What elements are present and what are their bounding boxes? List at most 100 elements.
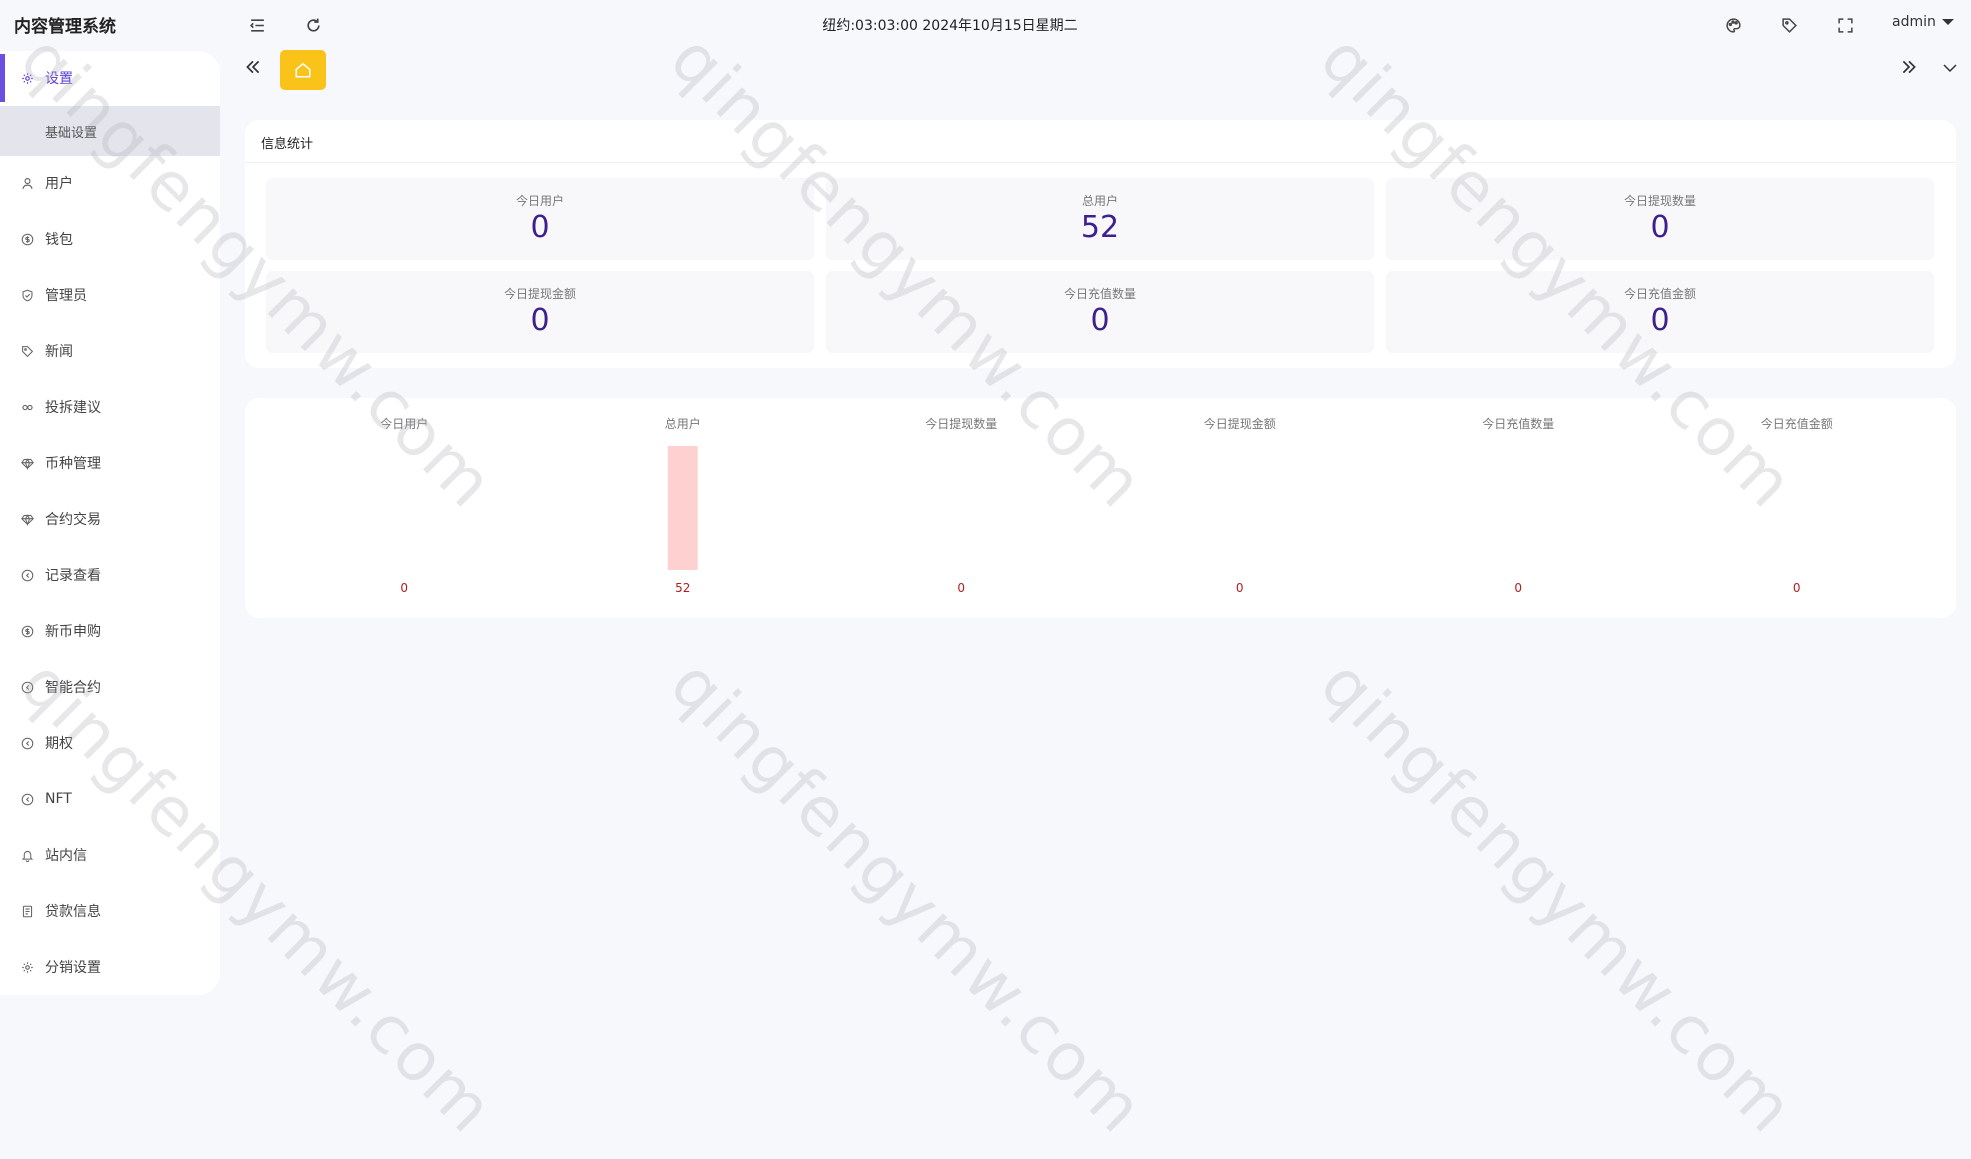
sidebar-item-label: 智能合约	[45, 680, 101, 696]
diamond-icon	[20, 456, 34, 470]
stat-label: 今日充值金额	[1623, 287, 1696, 301]
stats-panel-title: 信息统计	[261, 137, 314, 152]
user-menu[interactable]: admin	[1892, 14, 1954, 30]
sidebar-item-label: 币种管理	[45, 456, 101, 472]
sidebar-item-label: 记录查看	[45, 568, 101, 584]
sidebar-item-suggestions[interactable]: 投拆建议	[0, 393, 220, 421]
gear-icon	[20, 960, 34, 974]
sidebar-item-label: NFT	[45, 791, 72, 807]
chart-value-label: 0	[957, 581, 965, 595]
gear-icon	[20, 71, 34, 85]
stat-label: 今日提现金额	[503, 287, 576, 301]
stat-value: 0	[1090, 303, 1110, 338]
circle-arrow-icon	[20, 680, 34, 694]
chart-value-label: 0	[1514, 581, 1522, 595]
sidebar-item-nft[interactable]: NFT	[0, 785, 220, 813]
sidebar-item-wallet[interactable]: 钱包	[0, 225, 220, 253]
bell-icon	[20, 848, 34, 862]
chart-bar	[667, 446, 698, 570]
dollar-icon	[20, 232, 34, 246]
sidebar-item-messages[interactable]: 站内信	[0, 841, 220, 869]
home-tab[interactable]	[280, 50, 326, 90]
stat-card-today-withdraw-amount: 今日提现金额 0	[266, 271, 814, 353]
stat-value: 0	[530, 303, 550, 338]
sidebar-item-label: 设置	[45, 71, 73, 87]
sidebar-item-label: 用户	[45, 176, 73, 192]
sidebar: 设置 基础设置 用户 钱包 管理员 新闻 投拆建议 币种管理 合约交易 记录查看…	[0, 51, 220, 995]
sidebar-item-smart-contract[interactable]: 智能合约	[0, 673, 220, 701]
chart-category-label: 总用户	[665, 416, 701, 431]
tag-icon[interactable]	[1778, 14, 1800, 36]
stat-value: 52	[1080, 210, 1120, 245]
tabs-scroll-left-icon[interactable]	[244, 58, 262, 80]
diamond-icon	[20, 512, 34, 526]
sidebar-item-label: 新币申购	[45, 624, 101, 640]
sidebar-item-loans[interactable]: 贷款信息	[0, 897, 220, 925]
sidebar-item-admins[interactable]: 管理员	[0, 281, 220, 309]
circle-arrow-icon	[20, 568, 34, 582]
chart-category-label: 今日提现金额	[1204, 416, 1276, 431]
stat-value: 0	[530, 210, 550, 245]
sidebar-item-label: 管理员	[45, 288, 87, 304]
chart-category-label: 今日充值数量	[1482, 416, 1554, 431]
user-icon	[20, 176, 34, 190]
caret-down-icon	[1941, 19, 1954, 25]
stat-card-today-recharge-amount: 今日充值金额 0	[1386, 271, 1934, 353]
stat-label: 今日提现数量	[1623, 194, 1696, 208]
stat-card-today-users: 今日用户 0	[266, 178, 814, 260]
chart-category-label: 今日充值金额	[1761, 416, 1833, 431]
sidebar-item-settings[interactable]: 设置	[0, 64, 220, 92]
sidebar-item-label: 站内信	[45, 848, 87, 864]
stat-card-today-recharge-count: 今日充值数量 0	[826, 271, 1374, 353]
chart-value-label: 0	[1793, 581, 1801, 595]
tabs-menu-chevron-down-icon[interactable]	[1942, 60, 1958, 80]
sidebar-subitem-label: 基础设置	[45, 125, 98, 141]
divider	[245, 162, 1956, 163]
tag-icon	[20, 344, 34, 358]
datetime-display: 纽约:03:03:00 2024年10月15日星期二	[822, 18, 1078, 34]
stat-card-total-users: 总用户 52	[826, 178, 1374, 260]
sidebar-item-label: 分销设置	[45, 960, 101, 976]
sidebar-item-distribution[interactable]: 分销设置	[0, 953, 220, 981]
watermark: qingfengymw.com	[655, 645, 1159, 1149]
stat-label: 今日充值数量	[1063, 287, 1136, 301]
bar-chart: 今日用户 0 总用户 52 今日提现数量 0 今日提现金额 0 今日充值数量 0 今日充值金额 0	[380, 416, 1833, 595]
palette-icon[interactable]	[1722, 14, 1744, 36]
tabs-scroll-right-icon[interactable]	[1900, 58, 1918, 80]
link-icon	[20, 400, 34, 414]
username: admin	[1892, 14, 1936, 30]
stat-value: 0	[1650, 303, 1670, 338]
sidebar-item-options[interactable]: 期权	[0, 729, 220, 757]
sidebar-item-users[interactable]: 用户	[0, 169, 220, 197]
chart-value-label: 0	[400, 581, 408, 595]
sidebar-item-news[interactable]: 新闻	[0, 337, 220, 365]
sidebar-item-records[interactable]: 记录查看	[0, 561, 220, 589]
document-icon	[20, 904, 34, 918]
chart-value-label: 52	[675, 581, 690, 595]
home-icon	[295, 62, 311, 78]
sidebar-item-label: 投拆建议	[45, 400, 101, 416]
stat-card-today-withdraw-count: 今日提现数量 0	[1386, 178, 1934, 260]
chart-panel: 今日用户 0 总用户 52 今日提现数量 0 今日提现金额 0 今日充值数量 0 今日充值金额 0	[245, 398, 1956, 618]
chart-category-label: 今日提现数量	[925, 416, 997, 431]
circle-arrow-icon	[20, 792, 34, 806]
sidebar-item-label: 贷款信息	[45, 904, 101, 920]
sidebar-item-label: 期权	[45, 736, 73, 752]
fullscreen-icon[interactable]	[1834, 14, 1856, 36]
chart-value-label: 0	[1236, 581, 1244, 595]
sidebar-item-label: 合约交易	[45, 512, 101, 528]
sidebar-item-new-coin[interactable]: 新币申购	[0, 617, 220, 645]
shield-check-icon	[20, 288, 34, 302]
dollar-icon	[20, 624, 34, 638]
stat-label: 今日用户	[515, 194, 564, 208]
stat-label: 总用户	[1081, 194, 1118, 208]
sidebar-subitem-basic-settings[interactable]: 基础设置	[0, 106, 220, 156]
sidebar-item-label: 钱包	[45, 232, 73, 248]
sidebar-item-currency[interactable]: 币种管理	[0, 449, 220, 477]
sidebar-item-contract-trading[interactable]: 合约交易	[0, 505, 220, 533]
watermark: qingfengymw.com	[1305, 645, 1809, 1149]
chart-category-label: 今日用户	[380, 416, 428, 431]
sidebar-item-label: 新闻	[45, 344, 73, 360]
stat-value: 0	[1650, 210, 1670, 245]
stats-panel: 信息统计 今日用户 0 总用户 52 今日提现数量 0 今日提现金额 0 今日充…	[245, 120, 1956, 368]
